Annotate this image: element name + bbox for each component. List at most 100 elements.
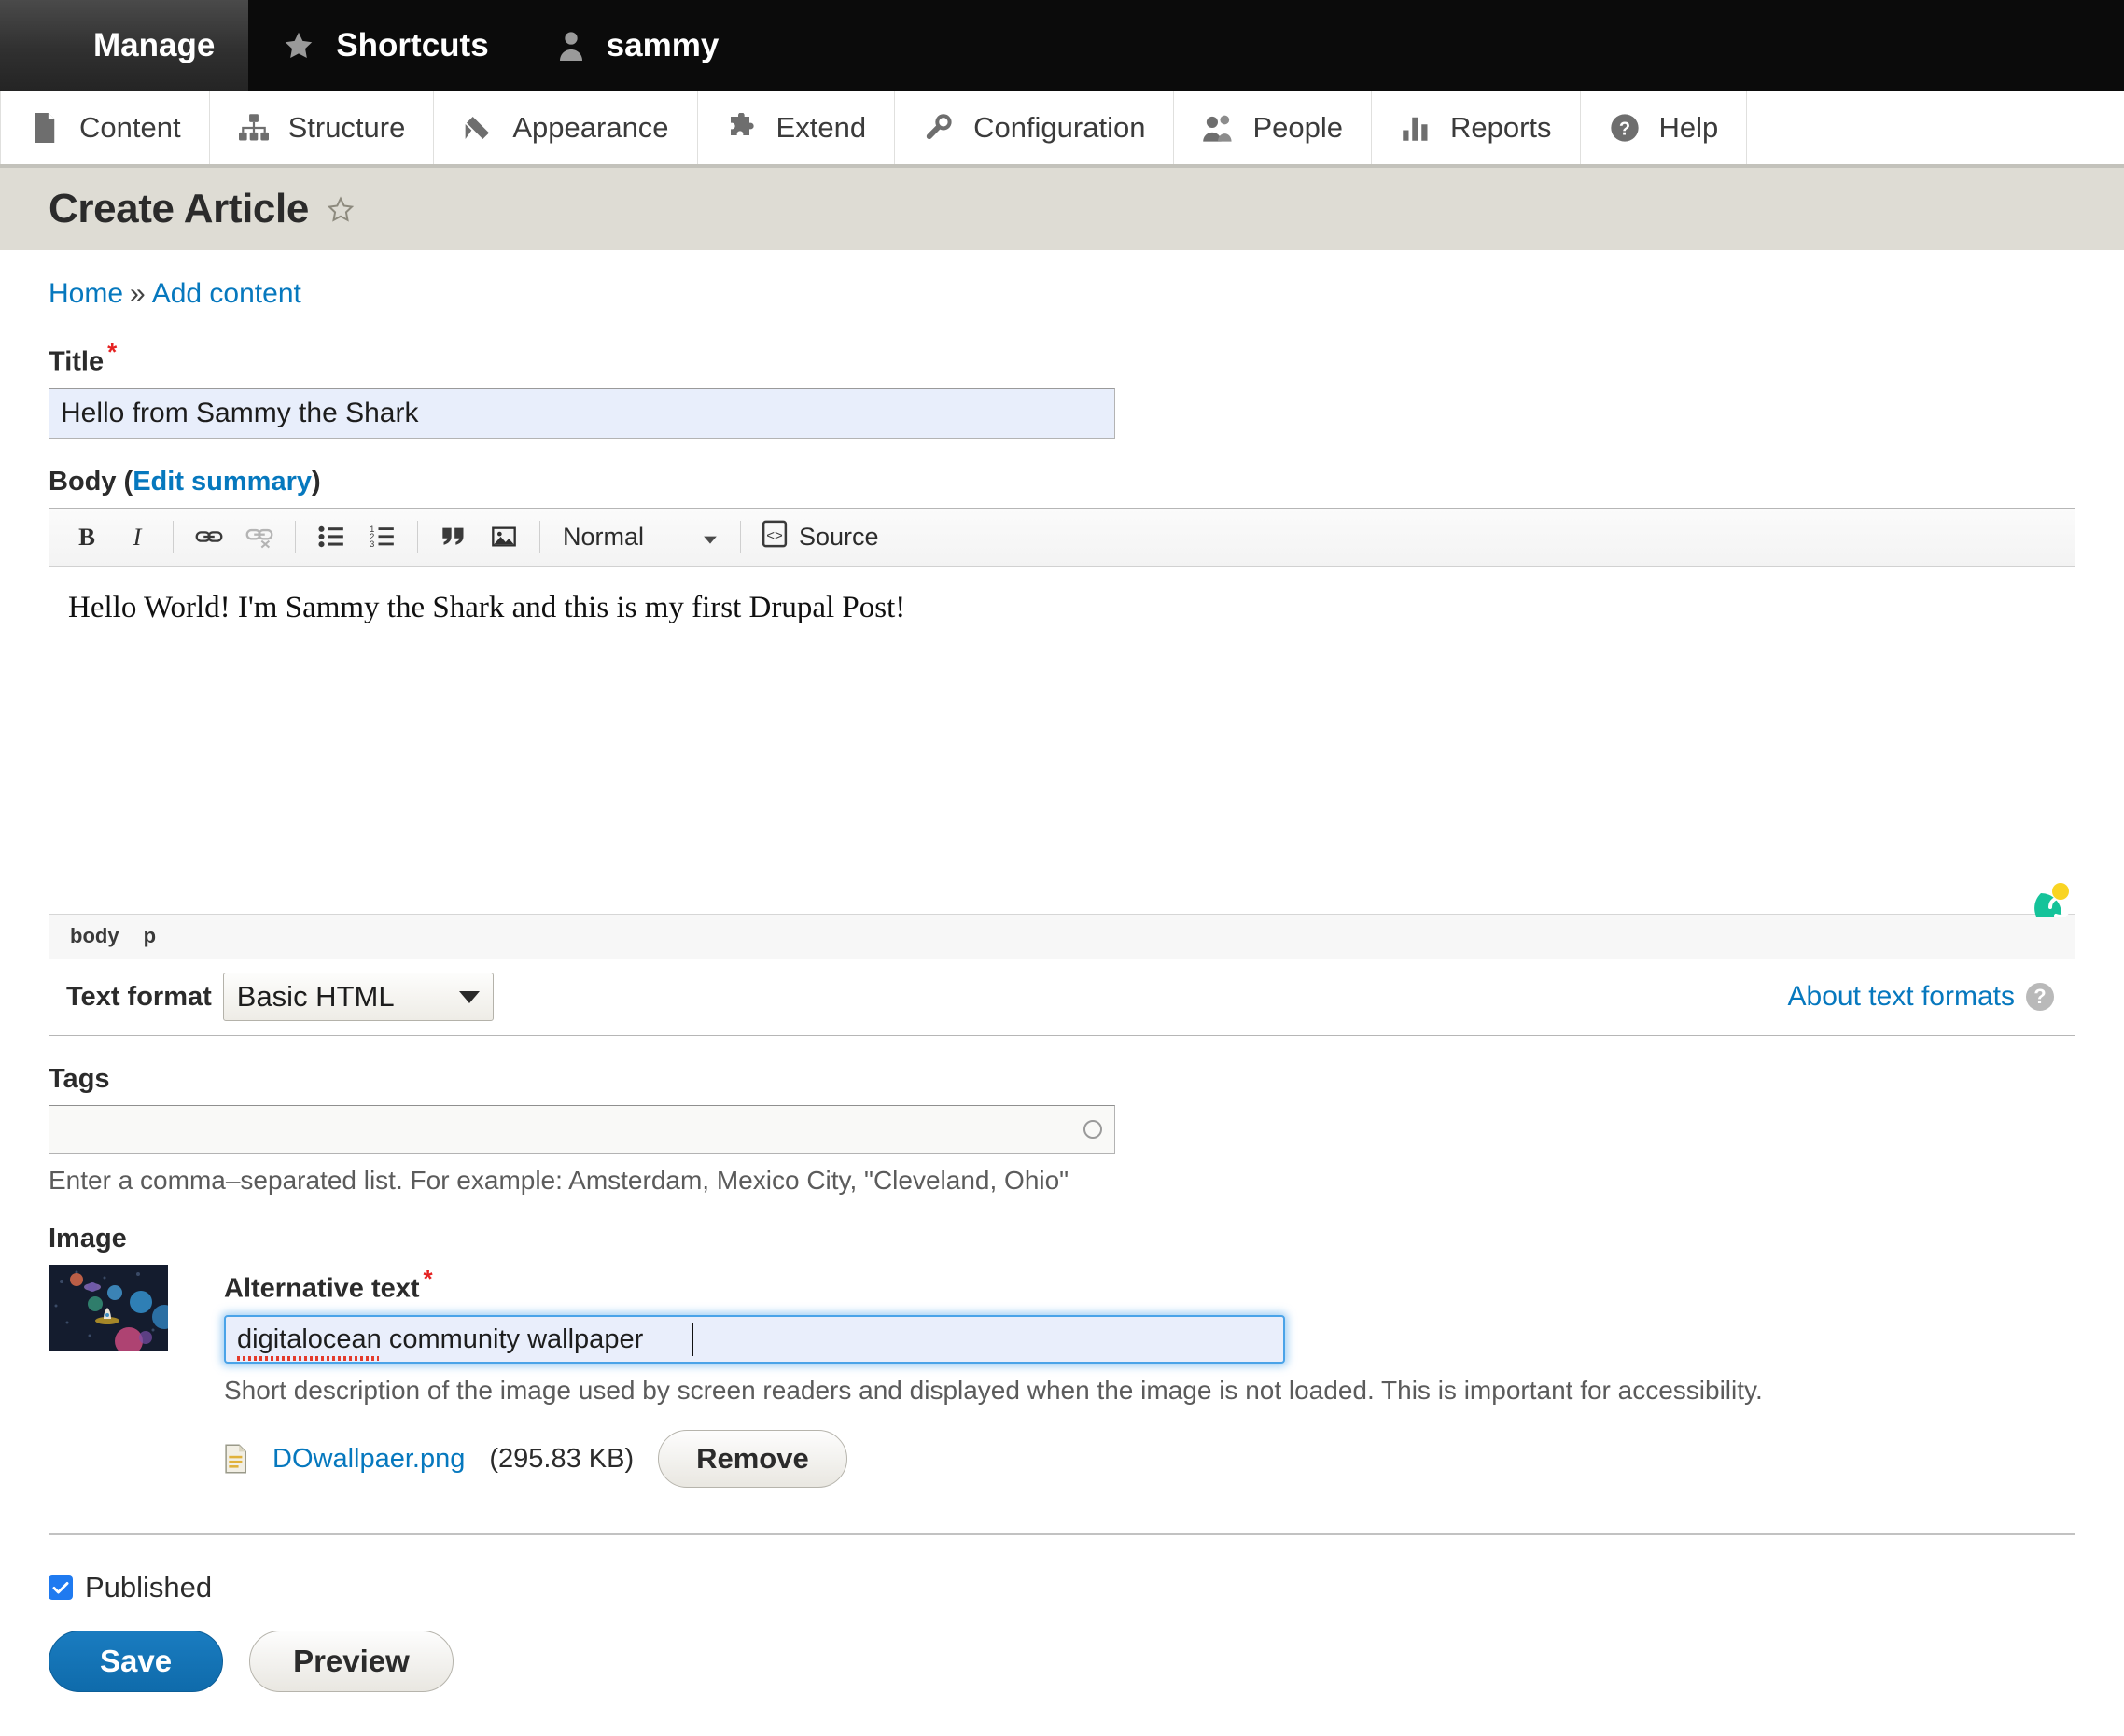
admin-menu-item-reports-label: Reports [1450, 111, 1552, 145]
svg-text:B: B [78, 524, 95, 550]
wrench-icon [923, 112, 955, 144]
toolbar-separator [173, 521, 174, 553]
bold-button[interactable]: B [63, 514, 111, 559]
text-format-select[interactable]: Basic HTML [223, 973, 494, 1021]
page-title: Create Article [49, 186, 309, 232]
uploaded-file-size: (295.83 KB) [489, 1444, 634, 1475]
uploaded-file-row: DOwallpaer.png (295.83 KB) Remove [224, 1430, 2075, 1488]
chevron-down-icon [703, 523, 718, 552]
source-button-label: Source [799, 523, 879, 552]
toolbar-separator [417, 521, 418, 553]
sitemap-icon [238, 112, 270, 144]
breadcrumb-add-content-link[interactable]: Add content [152, 278, 301, 309]
about-text-formats-link[interactable]: About text formats [1788, 981, 2015, 1013]
grammarly-icon[interactable] [2019, 876, 2069, 917]
save-button[interactable]: Save [49, 1631, 223, 1692]
image-button[interactable] [480, 514, 528, 559]
admin-menu-item-help[interactable]: ? Help [1581, 91, 1748, 164]
image-field-label: Image [49, 1224, 2075, 1254]
blockquote-button[interactable] [429, 514, 478, 559]
breadcrumb: Home»Add content [49, 250, 2075, 310]
admin-menu-item-content[interactable]: Content [0, 91, 210, 164]
link-button[interactable] [185, 514, 233, 559]
image-thumbnail[interactable] [49, 1265, 168, 1351]
star-outline-icon[interactable] [326, 195, 356, 230]
admin-menu-item-configuration[interactable]: Configuration [895, 91, 1174, 164]
main-content: Home»Add content Title* Body (Edit summa… [0, 250, 2124, 1692]
question-circle-icon[interactable]: ? [2026, 983, 2054, 1011]
star-icon [282, 29, 315, 63]
hamburger-icon [34, 31, 73, 62]
toolbar-tab-user-label: sammy [607, 27, 720, 64]
tags-field-label: Tags [49, 1064, 2075, 1095]
edit-summary-link[interactable]: Edit summary [133, 467, 312, 497]
image-field-row: Alternative text* Short description of t… [49, 1265, 2075, 1489]
admin-menu: Content Structure Appearance Extend Conf… [0, 91, 2124, 168]
title-input[interactable] [49, 388, 1115, 439]
bar-chart-icon [1400, 112, 1432, 144]
body-editor: B I [49, 508, 2075, 959]
file-generic-icon [224, 1444, 248, 1474]
published-checkbox[interactable] [49, 1575, 73, 1600]
admin-menu-item-extend-label: Extend [776, 111, 867, 145]
user-icon [556, 29, 586, 63]
admin-menu-item-extend[interactable]: Extend [698, 91, 896, 164]
alt-text-input[interactable] [224, 1315, 1285, 1364]
admin-menu-item-help-label: Help [1659, 111, 1719, 145]
editor-content-area[interactable]: Hello World! I'm Sammy the Shark and thi… [49, 567, 2075, 914]
people-icon [1202, 112, 1234, 144]
editor-paragraph: Hello World! I'm Sammy the Shark and thi… [68, 591, 905, 624]
toolbar-tab-user[interactable]: sammy [523, 0, 753, 91]
paragraph-format-value: Normal [563, 523, 644, 552]
element-path-p[interactable]: p [144, 924, 156, 948]
form-actions: Save Preview [49, 1631, 2075, 1692]
image-field-details: Alternative text* Short description of t… [168, 1265, 2075, 1489]
source-code-icon: <> [762, 520, 788, 554]
uploaded-file-link[interactable]: DOwallpaer.png [272, 1444, 465, 1475]
autocomplete-throbber-icon [1083, 1120, 1102, 1139]
svg-text:3: 3 [370, 539, 374, 549]
alt-text-required-marker: * [424, 1265, 433, 1293]
page-header: Create Article [0, 168, 2124, 250]
alt-text-description: Short description of the image used by s… [224, 1376, 2075, 1406]
admin-menu-item-appearance[interactable]: Appearance [434, 91, 697, 164]
admin-menu-item-content-label: Content [79, 111, 181, 145]
bulleted-list-button[interactable] [307, 514, 356, 559]
tags-description: Enter a comma–separated list. For exampl… [49, 1166, 2075, 1196]
alt-text-input-wrap [224, 1315, 1285, 1364]
preview-button[interactable]: Preview [249, 1631, 454, 1692]
text-format-label: Text format [66, 982, 212, 1013]
title-required-marker: * [107, 338, 117, 366]
tags-input[interactable] [49, 1105, 1115, 1154]
toolbar-tab-shortcuts[interactable]: Shortcuts [248, 0, 522, 91]
svg-text:I: I [133, 524, 143, 550]
italic-button[interactable]: I [113, 514, 161, 559]
breadcrumb-home-link[interactable]: Home [49, 278, 123, 309]
published-label: Published [85, 1571, 212, 1604]
admin-menu-item-reports[interactable]: Reports [1372, 91, 1581, 164]
body-label-prefix: Body ( [49, 467, 133, 497]
admin-toolbar: Manage Shortcuts sammy [0, 0, 2124, 91]
admin-menu-item-structure[interactable]: Structure [210, 91, 435, 164]
title-field-label: Title* [49, 338, 2075, 378]
published-row: Published [49, 1571, 2075, 1604]
toolbar-tab-manage[interactable]: Manage [0, 0, 248, 91]
source-button[interactable]: <> Source [752, 514, 888, 559]
editor-toolbar: B I [49, 509, 2075, 567]
remove-image-button[interactable]: Remove [658, 1430, 847, 1488]
numbered-list-button[interactable]: 1 2 3 [357, 514, 406, 559]
title-label-text: Title [49, 347, 104, 377]
text-format-left: Text format Basic HTML [66, 973, 494, 1021]
text-format-row: Text format Basic HTML About text format… [49, 959, 2075, 1036]
admin-menu-item-structure-label: Structure [288, 111, 406, 145]
admin-menu-item-people[interactable]: People [1174, 91, 1372, 164]
form-divider [49, 1533, 2075, 1535]
body-field-label: Body (Edit summary) [49, 467, 2075, 497]
element-path-body[interactable]: body [70, 924, 119, 948]
file-icon [29, 112, 61, 144]
admin-menu-item-appearance-label: Appearance [512, 111, 668, 145]
paragraph-format-dropdown[interactable]: Normal [552, 514, 729, 559]
toolbar-separator [740, 521, 741, 553]
toolbar-tab-manage-label: Manage [93, 27, 215, 64]
unlink-button[interactable] [235, 514, 284, 559]
